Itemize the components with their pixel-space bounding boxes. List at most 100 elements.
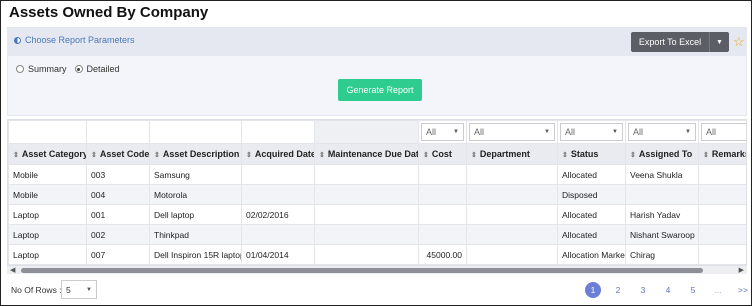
radio-detailed-label: Detailed (86, 64, 120, 74)
table-cell: Allocated (557, 164, 626, 185)
caret-down-icon: ▼ (685, 129, 691, 135)
caret-down-icon: ▼ (86, 286, 92, 293)
caret-down-icon: ▼ (612, 129, 618, 135)
assets-table: All▼ All▼ All▼ All▼ All▼ ⇕Asset Category… (8, 120, 746, 265)
rows-per-page-select[interactable]: 5 ▼ (61, 280, 97, 299)
report-parameters-panel: Choose Report Parameters Export To Excel… (7, 27, 747, 116)
table-cell (698, 184, 746, 205)
sort-icon: ⇕ (13, 152, 19, 159)
page-4-button[interactable]: 4 (660, 282, 676, 298)
filter-cell[interactable] (241, 120, 315, 144)
status-filter-select[interactable]: All ▼ (560, 123, 623, 141)
caret-down-icon: ▼ (716, 38, 723, 46)
table-cell (698, 224, 746, 245)
export-to-excel-button[interactable]: Export To Excel (631, 32, 709, 52)
radio-summary[interactable]: Summary (16, 64, 67, 74)
sort-icon: ⇕ (91, 152, 97, 159)
table-cell: 004 (86, 184, 150, 205)
assigned-to-filter-select[interactable]: All ▼ (628, 123, 696, 141)
filter-cell: All▼ (466, 120, 558, 144)
report-type-options: Summary Detailed (16, 64, 120, 74)
filter-cell[interactable] (149, 120, 242, 144)
table-cell: Laptop (8, 244, 87, 265)
page-2-button[interactable]: 2 (610, 282, 626, 298)
column-header-label: Acquired Date (254, 149, 315, 159)
filter-cell[interactable] (86, 120, 150, 144)
rows-per-page-value: 5 (66, 284, 71, 295)
column-header-asset-code[interactable]: ⇕ Asset Code (86, 143, 150, 165)
column-header-asset-category[interactable]: ⇕ Asset Category (8, 143, 87, 165)
page-ellipsis[interactable]: ... (710, 282, 726, 298)
column-header-label: Asset Category (21, 149, 87, 159)
export-dropdown-toggle[interactable]: ▼ (709, 32, 729, 52)
radio-button-checked[interactable] (74, 65, 83, 73)
column-header-status[interactable]: ⇕ Status (557, 143, 626, 165)
table-cell (314, 164, 419, 185)
radio-button[interactable] (16, 65, 24, 73)
radio-detailed[interactable]: Detailed (74, 64, 120, 74)
table-cell (466, 164, 558, 185)
table-cell: Laptop (8, 204, 87, 225)
table-row[interactable]: Laptop 002 Thinkpad Allocated Nishant Swaroo… (8, 224, 746, 245)
horizontal-scrollbar[interactable]: ◀ ▶ (7, 265, 747, 274)
column-header-remarks[interactable]: ⇕ Remarks (698, 143, 746, 165)
table-cell (314, 204, 419, 225)
table-cell: Motorola (149, 184, 242, 205)
column-header-label: Maintenance Due Date (327, 149, 419, 159)
filter-cell[interactable] (8, 120, 87, 144)
table-cell (625, 184, 699, 205)
scroll-left-icon[interactable]: ◀ (10, 266, 15, 274)
next-pages-button[interactable]: >> (735, 282, 751, 298)
table-cell: Mobile (8, 184, 87, 205)
table-body: Mobile 003 Samsung Allocated Veena Shukla Mo… (8, 164, 746, 265)
favorite-star-icon[interactable]: ☆ (733, 34, 745, 50)
filter-value: All (633, 127, 644, 137)
table-row[interactable]: Mobile 003 Samsung Allocated Veena Shukla (8, 164, 746, 185)
filter-value: All (706, 127, 717, 137)
remarks-filter-select[interactable]: All▼ (701, 123, 746, 141)
table-cell: Laptop (8, 224, 87, 245)
page-1-button[interactable]: 1 (585, 282, 601, 298)
table-cell (698, 204, 746, 225)
table-cell (241, 224, 315, 245)
column-header-label: Department (479, 149, 530, 159)
page-5-button[interactable]: 5 (685, 282, 701, 298)
table-row[interactable]: Mobile 004 Motorola Disposed (8, 184, 746, 205)
column-header-label: Asset Code (99, 149, 150, 159)
rows-per-page-label: No Of Rows : (11, 285, 62, 295)
choose-report-parameters-link[interactable]: Choose Report Parameters (14, 35, 135, 45)
filter-cell: All▼ (418, 120, 467, 144)
sort-icon: ⇕ (630, 152, 636, 159)
choose-report-parameters-label: Choose Report Parameters (25, 35, 135, 45)
column-header-cost[interactable]: ⇕ Cost (418, 143, 467, 165)
column-header-acquired-date[interactable]: ⇕ Acquired Date (241, 143, 315, 165)
table-cell: Disposed (557, 184, 626, 205)
scroll-right-icon[interactable]: ▶ (739, 266, 744, 274)
pagination: 1 2 3 4 5 ... >> (585, 282, 751, 298)
table-cell: 002 (86, 224, 150, 245)
radio-summary-label: Summary (28, 64, 67, 74)
table-cell (418, 184, 467, 205)
table-row[interactable]: Laptop 001 Dell laptop 02/02/2016 Allocated H… (8, 204, 746, 225)
scrollbar-thumb[interactable] (21, 268, 703, 273)
table-cell: Allocation Marked (557, 244, 626, 265)
filter-row: All▼ All▼ All▼ All▼ All▼ (8, 120, 746, 144)
sort-icon: ⇕ (471, 152, 477, 159)
column-header-assigned-to[interactable]: ⇕ Assigned To (625, 143, 699, 165)
table-cell (418, 224, 467, 245)
table-cell (314, 244, 419, 265)
table-cell (698, 244, 746, 265)
column-header-asset-description[interactable]: ⇕ Asset Description (149, 143, 242, 165)
cost-filter-select[interactable]: All ▼ (421, 123, 464, 141)
column-header-department[interactable]: ⇕ Department (466, 143, 558, 165)
generate-report-button[interactable]: Generate Report (338, 79, 422, 101)
department-filter-select[interactable]: All ▼ (469, 123, 555, 141)
column-header-maintenance-due-date[interactable]: ⇕ Maintenance Due Date (314, 143, 419, 165)
table-cell (241, 184, 315, 205)
page-3-button[interactable]: 3 (635, 282, 651, 298)
table-row[interactable]: Laptop 007 Dell Inspiron 15R laptop 01/04/2… (8, 244, 746, 265)
filter-cell: All▼ (698, 120, 746, 144)
table-cell (314, 224, 419, 245)
table-cell: Dell Inspiron 15R laptop (149, 244, 242, 265)
sort-icon: ⇕ (319, 152, 325, 159)
